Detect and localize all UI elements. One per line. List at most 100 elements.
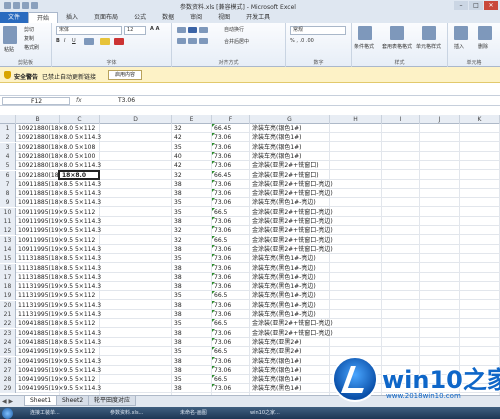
cell-b[interactable]: 10921880(18×8.0 5×114.3 (18, 133, 101, 142)
cell-e[interactable]: 38 (174, 217, 182, 226)
cell-b[interactable]: 10911885(18×8.5 5×114.3 (18, 189, 101, 198)
wrap-text-button[interactable]: 自动换行 (224, 26, 244, 33)
row-header[interactable]: 18 (0, 282, 16, 292)
cell-g[interactable]: 金涂装(亚黑2#+铣窗口-亮边) (252, 236, 333, 245)
row-header[interactable]: 6 (0, 170, 16, 180)
align-right-icon[interactable] (199, 38, 208, 44)
cell-e[interactable]: 35 (174, 291, 182, 300)
cell-f[interactable]: 66.45 (214, 171, 231, 180)
cell-g[interactable]: 涂装车亮(银色1#) (252, 143, 302, 152)
cell-e[interactable]: 38 (174, 329, 182, 338)
cell-e[interactable]: 42 (174, 161, 182, 170)
cell-f[interactable]: 73.06 (214, 273, 231, 282)
row-header[interactable]: 15 (0, 254, 16, 264)
font-name-select[interactable]: 宋体 (56, 26, 122, 35)
cell-e[interactable]: 38 (174, 366, 182, 375)
cell-g[interactable]: 涂装车亮(银色1#) (252, 357, 302, 366)
cell-b[interactable]: 10921880(18×8.0 5×108 (18, 143, 95, 152)
cell-g[interactable]: 金涂装(亚黑2#+铣窗口-亮边) (252, 217, 333, 226)
cell-b[interactable]: 10941995(19×9.5 5×112 (18, 347, 95, 356)
cell-g[interactable]: 涂装车亮(黑色1#-亮边) (252, 198, 316, 207)
cell-g[interactable]: 涂装车亮(黑色1#-亮边) (252, 291, 316, 300)
cell-f[interactable]: 66.45 (214, 124, 231, 133)
cell-g[interactable]: 金涂装(亚黑2#+铣窗口-亮边) (252, 319, 333, 328)
cell-styles-icon[interactable] (422, 26, 436, 40)
cell-b[interactable]: 10911995(19×9.5 5×114.3 (18, 245, 101, 254)
start-button[interactable] (2, 408, 13, 419)
row-header[interactable]: 5 (0, 161, 16, 171)
cell-f[interactable]: 66.5 (214, 347, 227, 356)
align-bottom-icon[interactable] (199, 27, 208, 33)
cell-g[interactable]: 涂装车亮(银色1#) (252, 124, 302, 133)
cell-f[interactable]: 73.06 (214, 357, 231, 366)
cell-b[interactable]: 10911995(19×9.5 5×112 (18, 236, 95, 245)
cell-f[interactable]: 73.06 (214, 310, 231, 319)
cell-b[interactable]: 10941995(19×9.5 5×114.3 (18, 357, 101, 366)
cell-b[interactable]: 10941885(18×8.5 5×112 (18, 319, 95, 328)
cell-f[interactable]: 66.5 (214, 375, 227, 384)
row-header[interactable]: 20 (0, 300, 16, 310)
paste-icon[interactable] (3, 26, 17, 44)
cell-f[interactable]: 73.06 (214, 245, 231, 254)
cell-f[interactable]: 73.06 (214, 133, 231, 142)
cell-b[interactable]: 10911885(18×8.5 5×114.3 (18, 198, 101, 207)
italic-icon[interactable]: I (64, 38, 65, 44)
cell-e[interactable]: 38 (174, 301, 182, 310)
cell-e[interactable]: 32 (174, 171, 182, 180)
cell-e[interactable]: 40 (174, 152, 182, 161)
bold-icon[interactable]: B (56, 38, 60, 44)
table-format-icon[interactable] (390, 26, 404, 40)
row-header[interactable]: 1 (0, 124, 16, 133)
row-header[interactable]: 9 (0, 198, 16, 208)
cell-e[interactable]: 35 (174, 319, 182, 328)
column-header-j[interactable]: J (420, 115, 460, 124)
column-header-i[interactable]: I (382, 115, 420, 124)
row-header[interactable]: 21 (0, 310, 16, 319)
cell-b[interactable]: 10911995(19×9.5 5×114.3 (18, 226, 101, 235)
column-header-e[interactable]: E (172, 115, 212, 124)
row-header[interactable]: 29 (0, 384, 16, 394)
column-header-b[interactable]: B (16, 115, 60, 124)
column-header-f[interactable]: F (212, 115, 250, 124)
copy-button[interactable]: 复制 (24, 35, 34, 42)
fx-icon[interactable]: fx (76, 97, 82, 104)
tab-file[interactable]: 文件 (0, 12, 29, 23)
tab-review[interactable]: 审阅 (182, 12, 210, 23)
cell-e[interactable]: 42 (174, 133, 182, 142)
tab-home[interactable]: 开始 (28, 12, 59, 23)
column-header-c[interactable]: C (60, 115, 100, 124)
worksheet-grid[interactable]: BCDEFGHIJKL 110921880(18×8.0 5×1123266.4… (0, 115, 500, 395)
row-header[interactable]: 11 (0, 217, 16, 226)
cell-b[interactable]: 10911885(18×8.5 5×114.3 (18, 180, 101, 189)
sheet-nav-icon[interactable]: ◀ ▶ (2, 398, 13, 405)
tab-formulas[interactable]: 公式 (126, 12, 154, 23)
cell-b[interactable]: 10921880(18×8.0 5×112 (18, 124, 95, 133)
cell-f[interactable]: 66.5 (214, 236, 227, 245)
tab-view[interactable]: 视图 (210, 12, 238, 23)
cell-e[interactable]: 32 (174, 124, 182, 133)
close-button[interactable]: ✕ (484, 1, 498, 10)
cut-button[interactable]: 剪切 (24, 26, 34, 33)
cell-b[interactable]: 10941995(19×9.5 5×114.3 (18, 384, 101, 393)
conditional-format-button[interactable]: 条件格式 (354, 43, 374, 50)
cell-f[interactable]: 73.06 (214, 198, 231, 207)
save-icon[interactable] (13, 2, 20, 9)
cell-b[interactable]: 11131885(18×8.5 5×114.3 (18, 264, 101, 273)
cell-b[interactable]: 10941885(18×8.5 5×114.3 (18, 338, 101, 347)
cell-f[interactable]: 73.06 (214, 143, 231, 152)
fill-color-icon[interactable] (100, 38, 110, 45)
cell-g[interactable]: 涂装车亮(银色1#) (252, 152, 302, 161)
cell-f[interactable]: 73.06 (214, 329, 231, 338)
cell-f[interactable]: 73.06 (214, 226, 231, 235)
row-header[interactable]: 16 (0, 263, 16, 273)
underline-icon[interactable]: U (72, 38, 76, 44)
percent-style-icon[interactable]: % , .0 .00 (290, 38, 314, 44)
maximize-button[interactable]: □ (469, 1, 483, 10)
cell-g[interactable]: 涂装车亮(黑色1#-亮边) (252, 273, 316, 282)
cell-f[interactable]: 66.5 (214, 291, 227, 300)
cell-b[interactable]: 10941995(19×9.5 5×114.3 (18, 366, 101, 375)
row-header[interactable]: 26 (0, 356, 16, 366)
cell-f[interactable]: 73.06 (214, 301, 231, 310)
cell-e[interactable]: 38 (174, 245, 182, 254)
font-size-select[interactable]: 12 (124, 26, 146, 35)
